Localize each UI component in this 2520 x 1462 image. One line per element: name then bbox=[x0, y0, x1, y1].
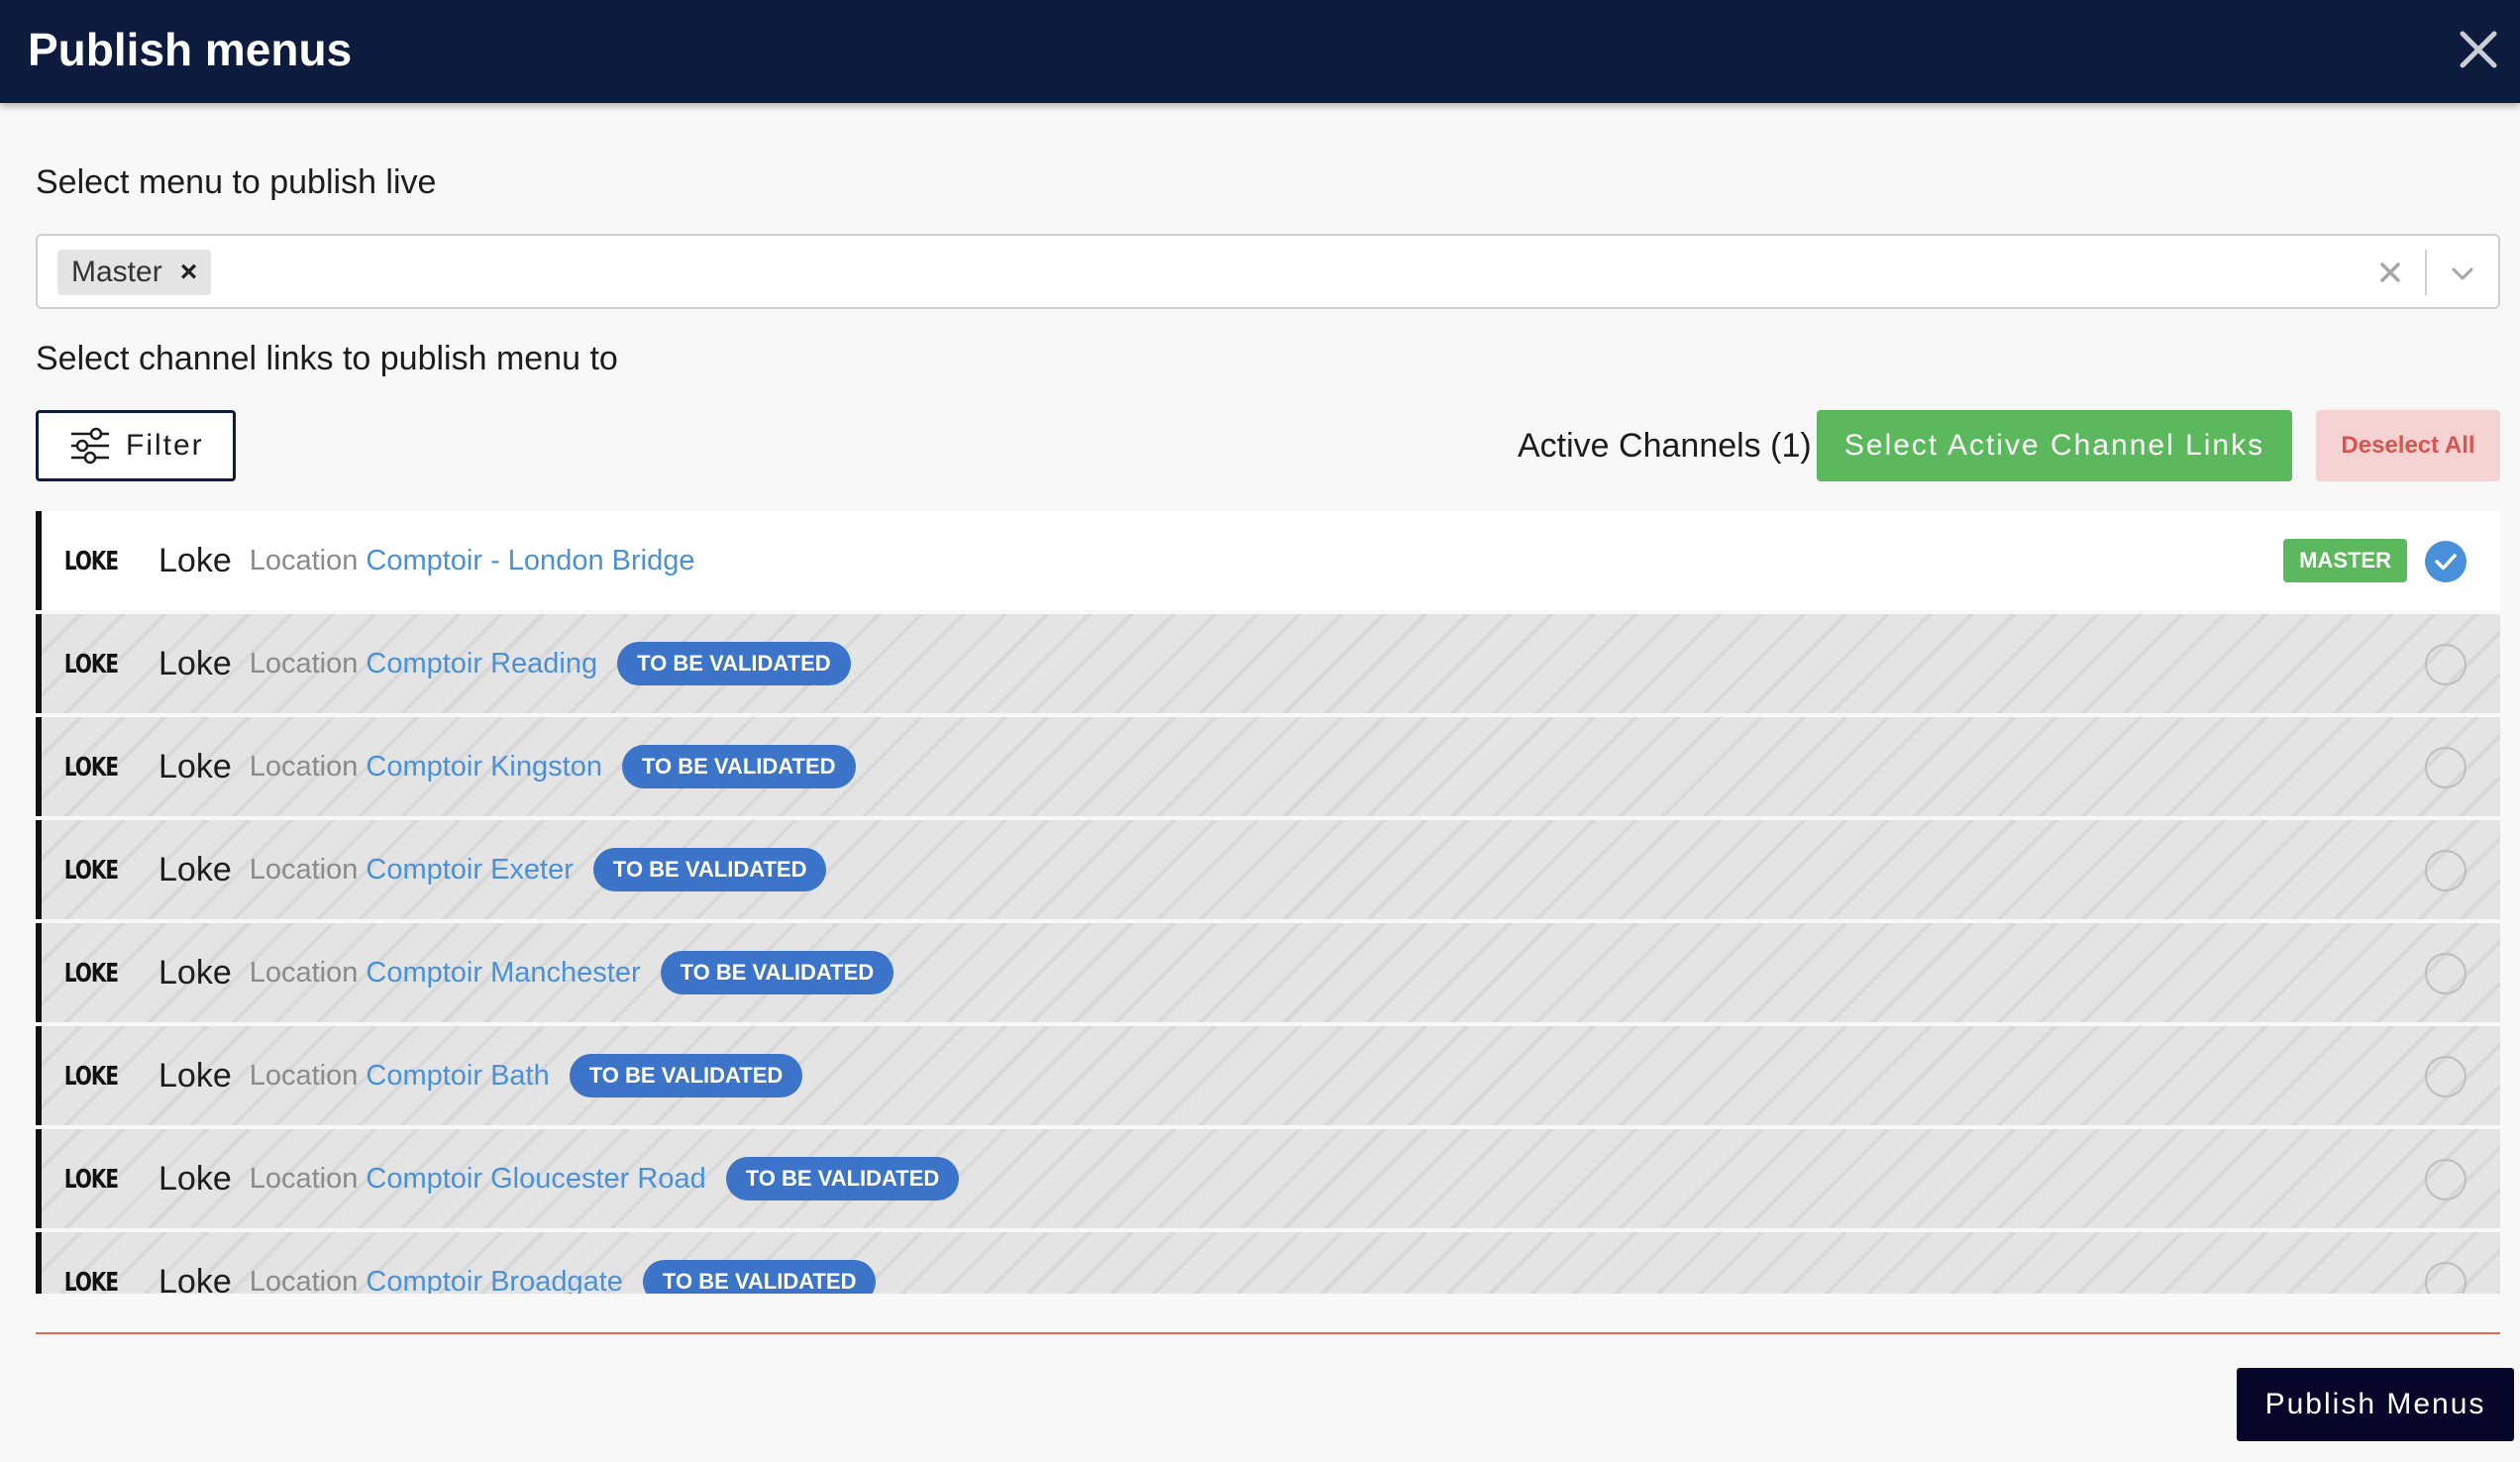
channel-row[interactable]: LOKE Loke Location Comptoir Broadgate TO… bbox=[36, 1232, 2500, 1294]
location-label: Location bbox=[249, 1265, 359, 1295]
unchecked-circle-icon[interactable] bbox=[2425, 1159, 2467, 1201]
brand-name: Loke bbox=[158, 747, 232, 785]
loke-logo: LOKE bbox=[63, 545, 119, 576]
location-label: Location bbox=[249, 956, 359, 989]
brand-name: Loke bbox=[158, 644, 232, 682]
loke-logo: LOKE bbox=[63, 648, 119, 679]
brand-name: Loke bbox=[158, 1262, 232, 1295]
to-be-validated-badge: TO BE VALIDATED bbox=[617, 642, 851, 685]
location-link[interactable]: Comptoir Bath bbox=[366, 1060, 549, 1093]
location-label: Location bbox=[249, 750, 359, 783]
location-label: Location bbox=[249, 544, 359, 576]
brand-name: Loke bbox=[158, 541, 232, 579]
chip-remove-icon[interactable]: × bbox=[180, 250, 198, 295]
loke-logo: LOKE bbox=[63, 854, 119, 886]
modal-title: Publish menus bbox=[28, 24, 353, 75]
to-be-validated-badge: TO BE VALIDATED bbox=[660, 951, 894, 994]
unchecked-circle-icon[interactable] bbox=[2425, 1056, 2467, 1097]
loke-logo: LOKE bbox=[63, 957, 119, 989]
active-channels-count: Active Channels (1) bbox=[1518, 427, 1812, 465]
close-icon[interactable] bbox=[2451, 22, 2506, 77]
checked-circle-icon[interactable] bbox=[2425, 541, 2467, 582]
loke-logo: LOKE bbox=[63, 1060, 119, 1092]
menu-select[interactable]: Master × bbox=[36, 234, 2500, 309]
unchecked-circle-icon[interactable] bbox=[2425, 644, 2467, 685]
select-active-channel-links-button[interactable]: Select Active Channel Links bbox=[1817, 410, 2292, 481]
location-link[interactable]: Comptoir Gloucester Road bbox=[366, 1163, 705, 1196]
deselect-all-button[interactable]: Deselect All bbox=[2316, 410, 2500, 481]
location-link[interactable]: Comptoir - London Bridge bbox=[366, 545, 694, 577]
channel-row[interactable]: LOKE Loke Location Comptoir Kingston TO … bbox=[36, 717, 2500, 816]
select-divider bbox=[2425, 250, 2427, 295]
sliders-icon bbox=[71, 427, 109, 465]
to-be-validated-badge: TO BE VALIDATED bbox=[725, 1157, 960, 1201]
footer-divider bbox=[36, 1332, 2500, 1334]
chip-label: Master bbox=[71, 256, 162, 288]
channel-row[interactable]: LOKE Loke Location Comptoir Gloucester R… bbox=[36, 1129, 2500, 1228]
location-label: Location bbox=[249, 1059, 359, 1092]
location-link[interactable]: Comptoir Reading bbox=[366, 648, 597, 680]
location-label: Location bbox=[249, 647, 359, 679]
chevron-down-icon[interactable] bbox=[2445, 256, 2480, 291]
location-label: Location bbox=[249, 853, 359, 886]
loke-logo: LOKE bbox=[63, 1266, 119, 1294]
unchecked-circle-icon[interactable] bbox=[2425, 747, 2467, 788]
channels-label: Select channel links to publish menu to bbox=[36, 340, 618, 377]
loke-logo: LOKE bbox=[63, 751, 119, 783]
clear-selection-icon[interactable] bbox=[2371, 254, 2409, 291]
location-link[interactable]: Comptoir Manchester bbox=[366, 957, 640, 990]
to-be-validated-badge: TO BE VALIDATED bbox=[569, 1054, 803, 1097]
channel-row[interactable]: LOKE Loke Location Comptoir Reading TO B… bbox=[36, 614, 2500, 713]
unchecked-circle-icon[interactable] bbox=[2425, 850, 2467, 891]
channel-row[interactable]: LOKE Loke Location Comptoir Bath TO BE V… bbox=[36, 1026, 2500, 1125]
loke-logo: LOKE bbox=[63, 1163, 119, 1195]
brand-name: Loke bbox=[158, 1056, 232, 1095]
channel-row[interactable]: LOKE Loke Location Comptoir Manchester T… bbox=[36, 923, 2500, 1022]
location-label: Location bbox=[249, 1162, 359, 1195]
brand-name: Loke bbox=[158, 850, 232, 888]
selected-menu-chip: Master × bbox=[57, 250, 212, 295]
menu-select-label: Select menu to publish live bbox=[36, 163, 437, 201]
channel-row[interactable]: LOKE Loke Location Comptoir - London Bri… bbox=[36, 511, 2500, 610]
filter-button[interactable]: Filter bbox=[36, 410, 236, 481]
unchecked-circle-icon[interactable] bbox=[2425, 1262, 2467, 1294]
location-link[interactable]: Comptoir Broadgate bbox=[366, 1266, 623, 1295]
filter-label: Filter bbox=[126, 429, 204, 462]
to-be-validated-badge: TO BE VALIDATED bbox=[642, 1260, 877, 1294]
brand-name: Loke bbox=[158, 953, 232, 992]
unchecked-circle-icon[interactable] bbox=[2425, 953, 2467, 994]
location-link[interactable]: Comptoir Kingston bbox=[366, 751, 602, 783]
channel-list: LOKE Loke Location Comptoir - London Bri… bbox=[36, 511, 2500, 1294]
publish-menus-button[interactable]: Publish Menus bbox=[2237, 1368, 2514, 1441]
master-badge: MASTER bbox=[2283, 539, 2407, 582]
to-be-validated-badge: TO BE VALIDATED bbox=[621, 745, 856, 788]
channel-row[interactable]: LOKE Loke Location Comptoir Exeter TO BE… bbox=[36, 820, 2500, 919]
modal-header: Publish menus bbox=[0, 0, 2520, 103]
location-link[interactable]: Comptoir Exeter bbox=[366, 854, 574, 887]
brand-name: Loke bbox=[158, 1159, 232, 1198]
to-be-validated-badge: TO BE VALIDATED bbox=[592, 848, 827, 891]
